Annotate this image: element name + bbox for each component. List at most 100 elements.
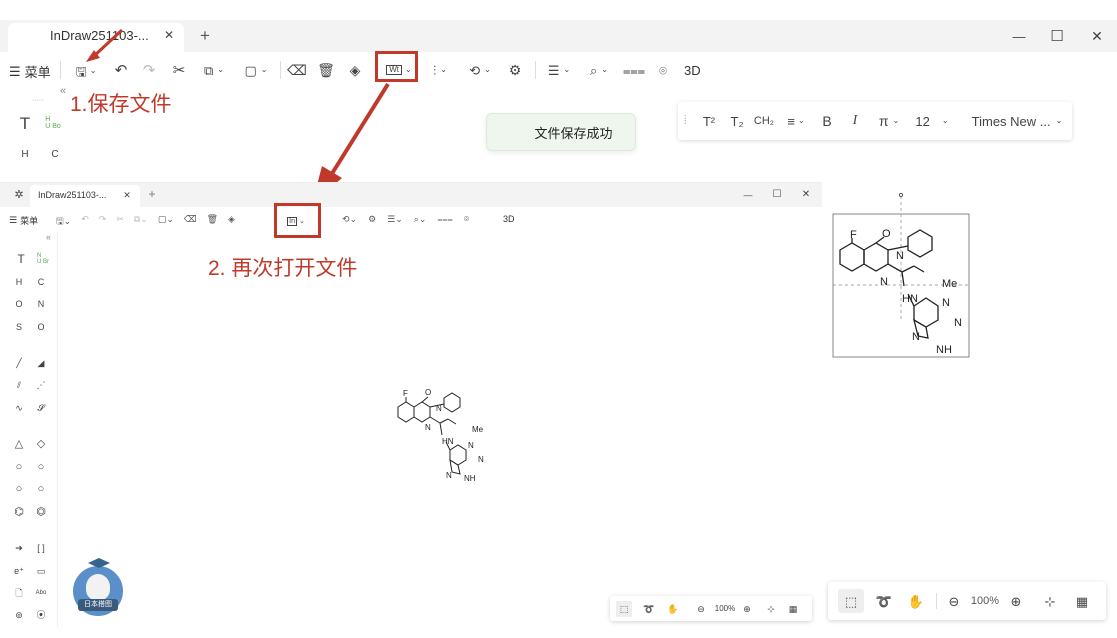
lasso-icon[interactable]: ➰ [642, 601, 656, 617]
new-tab-button[interactable]: + [196, 26, 214, 44]
zoom-in-icon[interactable]: ⊕ [1006, 589, 1026, 613]
grid-icon[interactable]: ▦ [1072, 589, 1092, 613]
atom-label-tool[interactable]: HU Bo [42, 113, 64, 133]
bracket-icon[interactable]: [ ] [32, 539, 50, 557]
atom-button[interactable]: C [32, 273, 50, 291]
paste-button[interactable]: ▢ ⌄ [242, 61, 270, 79]
drag-handle[interactable]: ⋯⋯ [32, 97, 44, 104]
zoom-level[interactable]: 100% [712, 602, 738, 616]
lasso-icon[interactable]: ➰ [874, 589, 894, 613]
bond-single-icon[interactable]: ╱ [10, 354, 28, 372]
inner-menu-button[interactable]: ☰ 菜单 [9, 214, 38, 227]
drag-handle[interactable]: ⦙ [684, 113, 687, 128]
text-tool[interactable]: T [12, 250, 30, 268]
chain-icon[interactable]: ∿ [10, 399, 28, 417]
heptagon-ring-icon[interactable]: ○ [10, 480, 28, 498]
atom-button[interactable]: O [32, 318, 50, 336]
close-button[interactable]: ✕ [1088, 27, 1106, 45]
atom-h-button[interactable]: H [14, 145, 36, 165]
document-icon[interactable]: 🗋 [10, 584, 28, 602]
symbol-button[interactable]: π ⌄ [874, 112, 904, 130]
rotate-button[interactable]: ⟲ ⌄ [466, 61, 494, 79]
subscript-button[interactable]: T₂ [726, 112, 748, 130]
zoom-out-icon[interactable]: ⊖ [694, 601, 708, 617]
inner-tab-close-icon[interactable]: ✕ [122, 189, 132, 201]
align-button[interactable]: ⫶ ⌄ [426, 61, 454, 79]
hand-icon[interactable]: ✋ [906, 589, 926, 613]
eraser-icon[interactable]: ⌫ [287, 61, 307, 79]
rectangle-icon[interactable]: ▭ [32, 562, 50, 580]
square-ring-icon[interactable]: ◇ [32, 435, 50, 453]
align-text-button[interactable]: ≡ ⌄ [782, 112, 810, 130]
hexagon-ring-icon[interactable]: ○ [32, 458, 50, 476]
atom-label-tool[interactable]: NU Br [34, 250, 52, 268]
redo-icon[interactable]: ↷ [99, 214, 107, 230]
text-tool[interactable]: T [14, 113, 36, 133]
atom-button[interactable]: O [10, 295, 28, 313]
benzene-icon[interactable]: ⌬ [10, 503, 28, 521]
fill-icon[interactable]: ◈ [228, 214, 235, 230]
grid-icon[interactable]: ▦ [786, 601, 800, 617]
settings-icon[interactable]: ⚙ [368, 214, 376, 225]
rotate-handle[interactable] [898, 192, 904, 198]
3d-view-icon[interactable]: ⌾ [464, 214, 469, 225]
bold-button[interactable]: B [818, 112, 836, 130]
select-tool-icon[interactable]: ⬚ [616, 601, 632, 617]
copy-icon[interactable]: ⧉⌄ [134, 214, 148, 230]
bond-hash-icon[interactable]: ⋰ [32, 376, 50, 394]
fit-icon[interactable]: ⊹ [1040, 589, 1060, 613]
italic-button[interactable]: I [846, 112, 864, 130]
bond-double-icon[interactable]: ⫽ [10, 376, 28, 394]
arrow-icon[interactable]: ➔ [10, 539, 28, 557]
atom-button[interactable]: H [10, 273, 28, 291]
fill-icon[interactable]: ◈ [346, 61, 364, 79]
chem-format-button[interactable]: CH₂ [752, 112, 776, 130]
pentagon-ring-icon[interactable]: ○ [10, 458, 28, 476]
save-icon[interactable]: 🖫⌄ [56, 214, 71, 230]
collapse-icon[interactable]: « [60, 85, 66, 97]
search-icon[interactable]: ⌕⌄ [414, 214, 427, 225]
rotate-icon[interactable]: ⟲⌄ [342, 214, 357, 225]
hand-icon[interactable]: ✋ [666, 601, 680, 617]
octagon-ring-icon[interactable]: ○ [32, 480, 50, 498]
atom-c-button[interactable]: C [44, 145, 66, 165]
3d-button[interactable]: 3D [684, 63, 701, 78]
atom-button[interactable]: S [10, 318, 28, 336]
atom-button[interactable]: N [32, 295, 50, 313]
curve-icon[interactable]: 𝓢 [32, 399, 50, 417]
font-size-select[interactable]: 12 ⌄ [912, 112, 952, 130]
search-button[interactable]: ⌕ ⌄ [585, 61, 613, 79]
list-icon[interactable]: ☰⌄ [387, 214, 403, 225]
fit-icon[interactable]: ⊹ [764, 601, 778, 617]
list-button[interactable]: ☰ ⌄ [545, 61, 573, 79]
copy-button[interactable]: ⧉ ⌄ [200, 61, 228, 79]
cyclo-icon[interactable]: ⏣ [32, 503, 50, 521]
zoom-out-icon[interactable]: ⊖ [944, 589, 964, 613]
eraser-icon[interactable]: ⌫ [184, 214, 197, 230]
minimize-button[interactable]: — [1010, 27, 1028, 45]
superscript-button[interactable]: T² [698, 112, 720, 130]
inner-new-tab-button[interactable]: + [146, 188, 158, 200]
triangle-ring-icon[interactable]: △ [10, 435, 28, 453]
bond-wedge-icon[interactable]: ◢ [32, 354, 50, 372]
inner-close-button[interactable]: ✕ [800, 189, 812, 201]
maximize-button[interactable]: ☐ [1048, 27, 1066, 45]
text-icon[interactable]: ⩶ [623, 61, 645, 79]
menu-button[interactable]: ☰ 菜单 [9, 62, 51, 81]
cut-icon[interactable]: ✂ [116, 214, 124, 230]
zoom-in-icon[interactable]: ⊕ [740, 601, 754, 617]
redo-icon[interactable]: ↷ [140, 61, 158, 79]
delete-icon[interactable]: 🗑 [317, 61, 335, 79]
abbreviation-icon[interactable]: Abo [32, 584, 50, 602]
tab-close-icon[interactable]: ✕ [162, 28, 176, 42]
3d-view-icon[interactable]: ⌾ [654, 61, 672, 79]
select-tool-icon[interactable]: ⬚ [838, 589, 864, 613]
undo-icon[interactable]: ↶ [81, 214, 89, 230]
orbital-icon[interactable]: e⁺ [10, 562, 28, 580]
font-name-select[interactable]: Times New ... ⌄ [968, 112, 1066, 130]
collapse-icon[interactable]: « [46, 232, 51, 242]
inner-minimize-button[interactable]: — [742, 189, 754, 201]
ring-marker-icon[interactable]: ⦿ [32, 606, 50, 624]
paste-icon[interactable]: ▢⌄ [158, 214, 174, 230]
inner-maximize-button[interactable]: ☐ [771, 189, 783, 201]
